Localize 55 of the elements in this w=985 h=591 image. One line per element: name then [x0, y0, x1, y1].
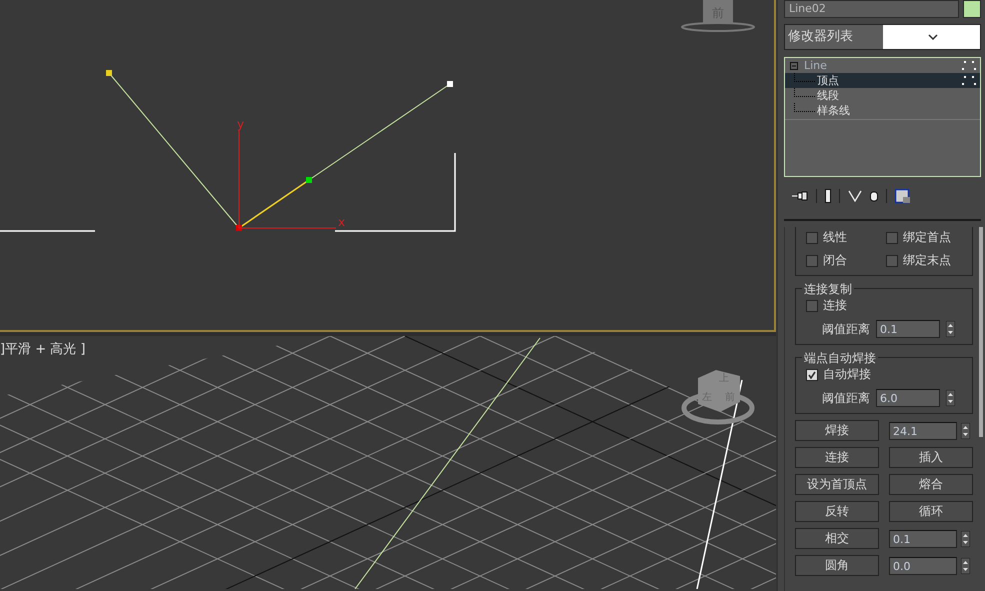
viewport-label[interactable]: ]平滑 + 高光 ]: [0, 340, 86, 358]
tube-icon[interactable]: [825, 189, 831, 203]
modifier-dropdown[interactable]: 修改器列表: [784, 24, 981, 50]
action-button[interactable]: 熔合: [889, 474, 973, 495]
group-title: 连接复制: [802, 281, 854, 298]
action-button[interactable]: 插入: [889, 447, 973, 468]
action-button[interactable]: 设为首顶点: [795, 474, 879, 495]
field-label: 阈值距离: [822, 320, 870, 338]
checkbox-label: 自动焊接: [823, 366, 871, 383]
scrollbar[interactable]: [979, 227, 983, 437]
color-swatch[interactable]: [963, 0, 981, 18]
dots-icon: [962, 76, 976, 86]
number-field[interactable]: 0.0: [889, 556, 957, 574]
window-icon[interactable]: [895, 188, 911, 204]
checkbox[interactable]: [806, 368, 818, 380]
field-label: 阈值距离: [822, 390, 870, 406]
checkbox-label: 连接: [823, 297, 847, 314]
checkbox[interactable]: [806, 232, 818, 244]
checkbox-label: 绑定首点: [903, 229, 951, 246]
axis-label: y: [237, 117, 244, 131]
checkbox-label: 闭合: [823, 252, 847, 269]
stack-item[interactable]: Line: [785, 58, 980, 73]
checkbox[interactable]: [886, 254, 898, 266]
checkbox-label: 线性: [823, 229, 847, 246]
mouse-icon[interactable]: [870, 190, 878, 202]
stack-item[interactable]: 样条线: [785, 103, 980, 118]
checkbox[interactable]: [806, 300, 818, 312]
action-button[interactable]: 循环: [889, 501, 973, 522]
action-button[interactable]: 圆角: [795, 555, 879, 576]
spinner-arrows-icon[interactable]: [961, 530, 970, 546]
action-button[interactable]: 焊接: [795, 420, 879, 441]
checkbox[interactable]: [886, 232, 898, 244]
spinner-arrows-icon[interactable]: [946, 390, 955, 406]
action-button[interactable]: 相交: [795, 528, 879, 549]
action-button[interactable]: 连接: [795, 447, 879, 468]
dots-icon: [962, 60, 976, 70]
number-field[interactable]: 0.1: [876, 320, 940, 338]
spinner-arrows-icon[interactable]: [961, 558, 970, 574]
number-field[interactable]: 6.0: [876, 389, 940, 407]
checkbox-label: 绑定末点: [903, 252, 951, 269]
group-title: 端点自动焊接: [802, 350, 878, 367]
stack-item[interactable]: 线段: [785, 88, 980, 103]
stack-item[interactable]: 顶点: [785, 73, 980, 88]
axis-label: x: [338, 215, 346, 229]
spinner-arrows-icon[interactable]: [946, 321, 955, 337]
pin-icon[interactable]: [792, 191, 808, 201]
number-field[interactable]: 0.1: [889, 530, 957, 548]
collapse-icon[interactable]: [790, 62, 798, 70]
chevron-down-icon: [928, 34, 938, 40]
action-button[interactable]: 反转: [795, 501, 879, 522]
name-field[interactable]: Line02: [784, 0, 959, 18]
spinner-arrows-icon[interactable]: [961, 422, 970, 438]
number-field[interactable]: 24.1: [889, 422, 957, 440]
checkbox[interactable]: [806, 254, 818, 266]
chevron-icon[interactable]: [848, 190, 862, 202]
